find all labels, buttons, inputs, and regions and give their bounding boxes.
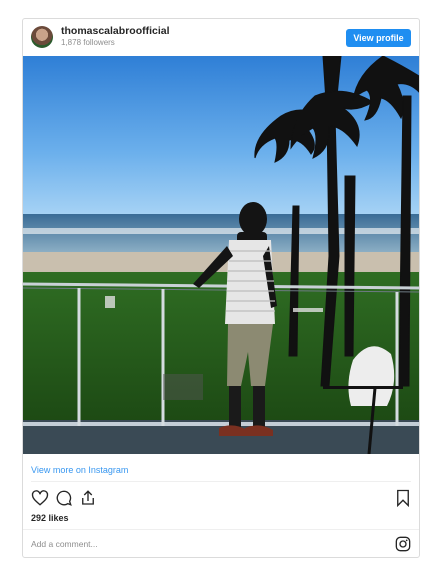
like-count: 292 likes [31, 513, 69, 523]
avatar[interactable] [31, 26, 53, 48]
share-icon[interactable] [79, 489, 97, 507]
post-header: thomascalabroofficial 1,878 followers Vi… [23, 19, 419, 55]
divider [23, 529, 419, 530]
follower-count: 1,878 followers [61, 37, 115, 47]
instagram-icon[interactable] [395, 536, 411, 552]
username[interactable]: thomascalabroofficial [61, 26, 170, 38]
heart-icon[interactable] [31, 489, 49, 507]
instagram-embed-card: thomascalabroofficial 1,878 followers Vi… [22, 18, 420, 558]
view-more-link[interactable]: View more on Instagram [31, 465, 128, 475]
add-comment-field[interactable]: Add a comment... [31, 539, 98, 549]
user-info: thomascalabroofficial 1,878 followers [61, 26, 170, 47]
divider [31, 481, 411, 482]
comment-icon[interactable] [55, 489, 73, 507]
post-photo[interactable] [23, 56, 419, 454]
action-bar [31, 489, 411, 507]
bookmark-icon[interactable] [395, 489, 411, 507]
view-profile-button[interactable]: View profile [346, 29, 411, 47]
